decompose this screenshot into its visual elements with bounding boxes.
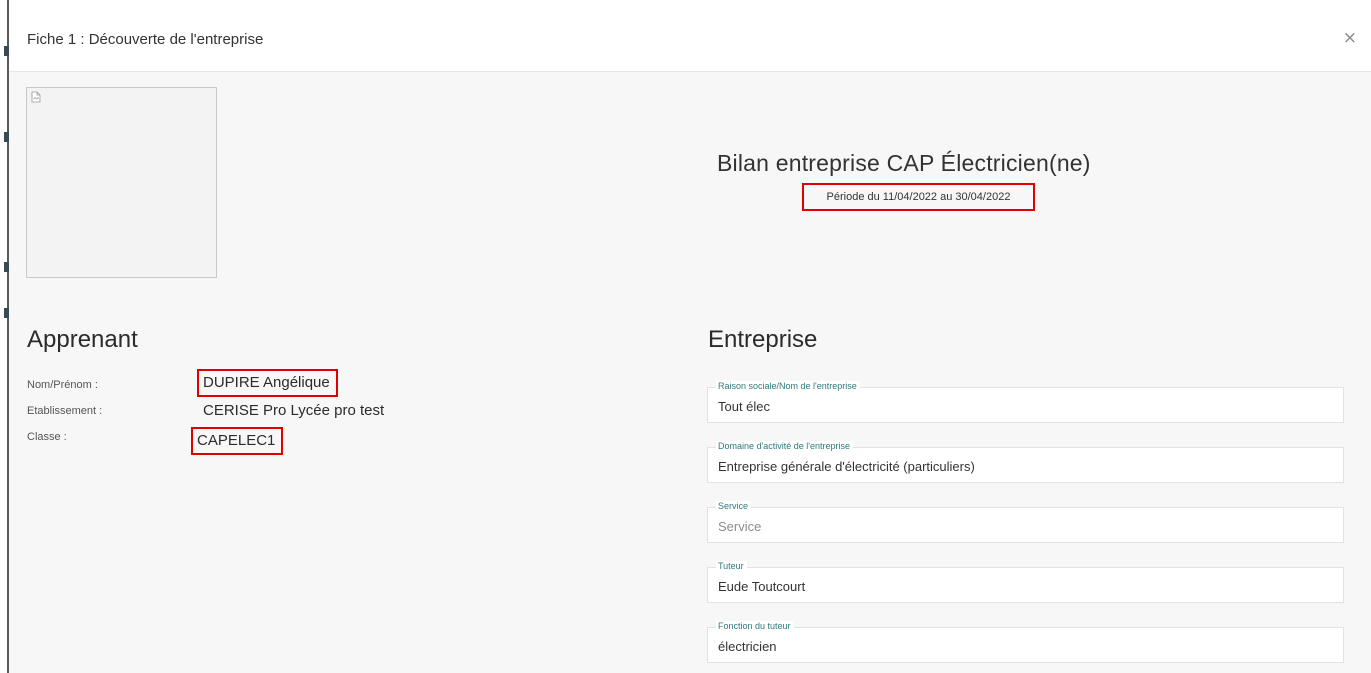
background-page-edge [0,0,9,673]
service-input[interactable] [718,519,1318,534]
tutor-field: Tuteur [707,561,1344,603]
modal-title: Fiche 1 : Découverte de l'entreprise [27,31,264,48]
close-icon[interactable]: × [1343,28,1357,48]
learner-section-title: Apprenant [27,326,138,353]
activity-domain-input[interactable] [718,459,1318,474]
learner-name-value: DUPIRE Angélique [197,369,338,397]
activity-domain-field: Domaine d'activité de l'entreprise [707,441,1344,483]
tutor-role-input[interactable] [718,639,1318,654]
company-name-label: Raison sociale/Nom de l'entreprise [716,381,860,392]
company-name-input[interactable] [718,399,1318,414]
tutor-role-field: Fonction du tuteur [707,621,1344,663]
learner-school-label: Etablissement : [27,405,103,417]
tutor-role-label: Fonction du tuteur [716,621,794,632]
service-field: Service [707,501,1344,543]
activity-domain-label: Domaine d'activité de l'entreprise [716,441,854,452]
learner-name-label: Nom/Prénom : [27,379,98,391]
company-name-field: Raison sociale/Nom de l'entreprise [707,381,1344,423]
learner-class-value: CAPELEC1 [191,427,284,455]
tutor-input[interactable] [718,579,1318,594]
period-dates: Période du 11/04/2022 au 30/04/2022 [802,183,1035,211]
service-label: Service [716,501,752,512]
modal-header: Fiche 1 : Découverte de l'entreprise × [9,0,1371,72]
broken-image-icon [31,91,41,103]
modal-dialog: Fiche 1 : Découverte de l'entreprise × B… [9,0,1371,673]
tutor-label: Tuteur [716,561,747,572]
company-section-title: Entreprise [708,326,818,353]
report-title: Bilan entreprise CAP Électricien(ne) [717,150,1091,176]
learner-class-label: Classe : [27,431,67,443]
company-logo-placeholder [26,87,217,278]
learner-school-value: CERISE Pro Lycée pro test [203,402,385,419]
